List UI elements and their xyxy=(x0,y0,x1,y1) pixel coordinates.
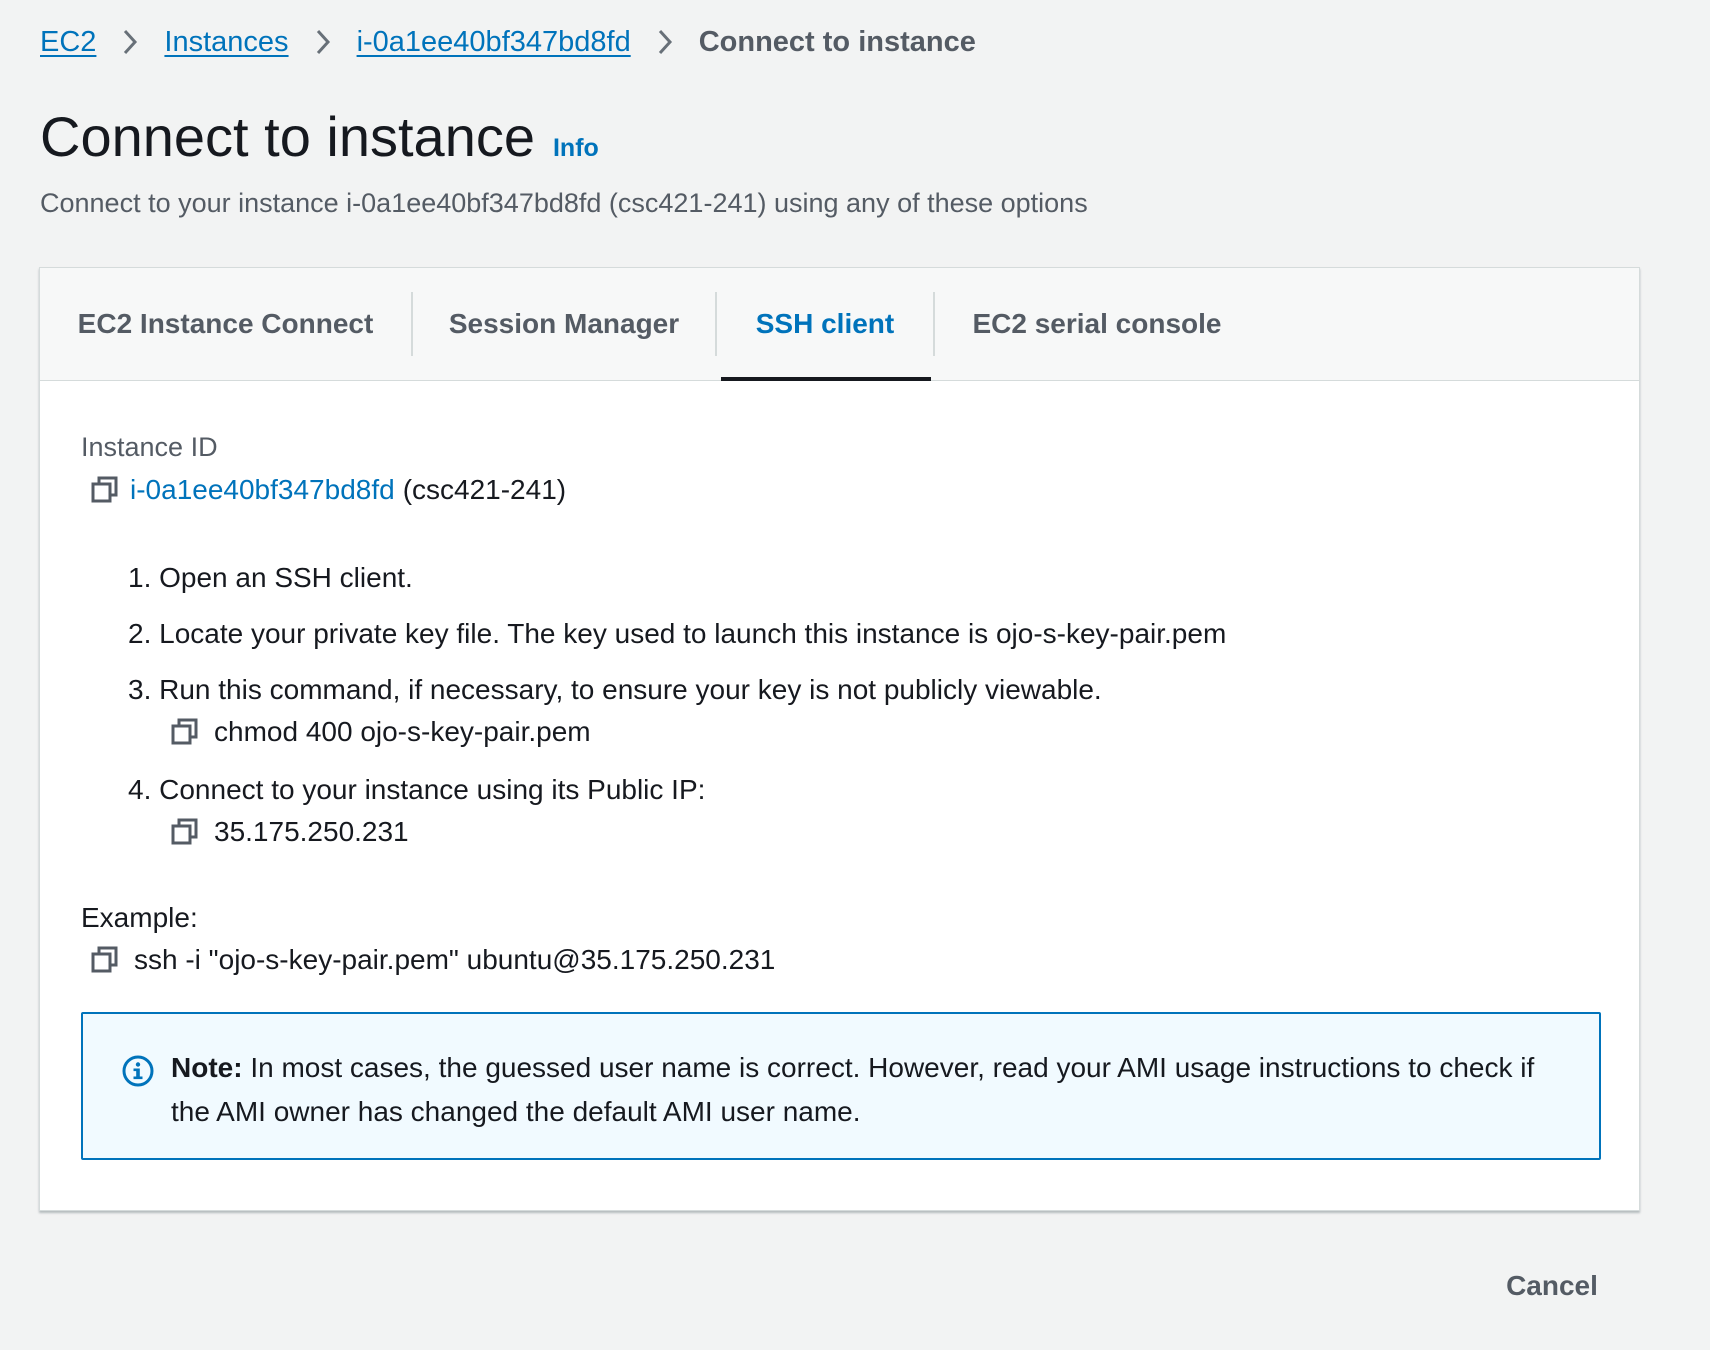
copy-icon[interactable] xyxy=(170,817,200,847)
public-ip-row: 35.175.250.231 xyxy=(170,816,409,848)
connection-tabs: EC2 Instance Connect Session Manager SSH… xyxy=(40,268,1639,381)
instance-name: (csc421-241) xyxy=(402,474,567,505)
page-title: Connect to instance xyxy=(40,105,535,168)
info-link[interactable]: Info xyxy=(553,134,599,163)
instance-id-row: i-0a1ee40bf347bd8fd (csc421-241) xyxy=(90,474,566,506)
tab-session-manager[interactable]: Session Manager xyxy=(413,268,715,380)
example-command-row: ssh -i "ojo-s-key-pair.pem" ubuntu@35.17… xyxy=(90,944,775,976)
breadcrumb: EC2 Instances i-0a1ee40bf347bd8fd Connec… xyxy=(40,24,976,60)
tab-ssh-client[interactable]: SSH client xyxy=(717,268,933,381)
step-1: 1. Open an SSH client. xyxy=(128,562,413,593)
breadcrumb-link-instance-id[interactable]: i-0a1ee40bf347bd8fd xyxy=(357,26,631,59)
breadcrumb-link-instances[interactable]: Instances xyxy=(164,26,288,59)
breadcrumb-link-ec2[interactable]: EC2 xyxy=(40,26,96,59)
step-2: 2. Locate your private key file. The key… xyxy=(128,618,1227,649)
chmod-command-row: chmod 400 ojo-s-key-pair.pem xyxy=(170,716,591,748)
step-3: 3. Run this command, if necessary, to en… xyxy=(128,674,1102,705)
instance-id-link[interactable]: i-0a1ee40bf347bd8fd xyxy=(130,474,395,506)
info-circle-icon xyxy=(121,1054,155,1088)
page-subtitle: Connect to your instance i-0a1ee40bf347b… xyxy=(40,188,1088,218)
chmod-command: chmod 400 ojo-s-key-pair.pem xyxy=(214,716,591,747)
chevron-right-icon xyxy=(631,24,699,60)
chevron-right-icon xyxy=(96,24,164,60)
copy-icon[interactable] xyxy=(90,945,120,975)
info-alert: Note: In most cases, the guessed user na… xyxy=(81,1012,1601,1160)
copy-icon[interactable] xyxy=(170,717,200,747)
alert-note-label: Note: xyxy=(171,1052,243,1083)
breadcrumb-current: Connect to instance xyxy=(698,25,976,58)
cancel-button[interactable]: Cancel xyxy=(1484,1262,1620,1310)
chevron-right-icon xyxy=(289,24,357,60)
alert-text: Note: In most cases, the guessed user na… xyxy=(171,1046,1551,1134)
public-ip: 35.175.250.231 xyxy=(214,816,409,847)
example-label: Example: xyxy=(81,902,198,933)
example-command: ssh -i "ojo-s-key-pair.pem" ubuntu@35.17… xyxy=(134,944,776,975)
page-header: Connect to instance Info xyxy=(40,104,599,169)
alert-message: In most cases, the guessed user name is … xyxy=(171,1052,1535,1127)
instance-id-label: Instance ID xyxy=(81,432,218,462)
connect-panel: EC2 Instance Connect Session Manager SSH… xyxy=(39,267,1640,1211)
tab-ec2-serial-console[interactable]: EC2 serial console xyxy=(935,268,1259,380)
tab-ec2-instance-connect[interactable]: EC2 Instance Connect xyxy=(40,268,411,380)
copy-icon[interactable] xyxy=(90,475,120,505)
step-4: 4. Connect to your instance using its Pu… xyxy=(128,774,706,805)
